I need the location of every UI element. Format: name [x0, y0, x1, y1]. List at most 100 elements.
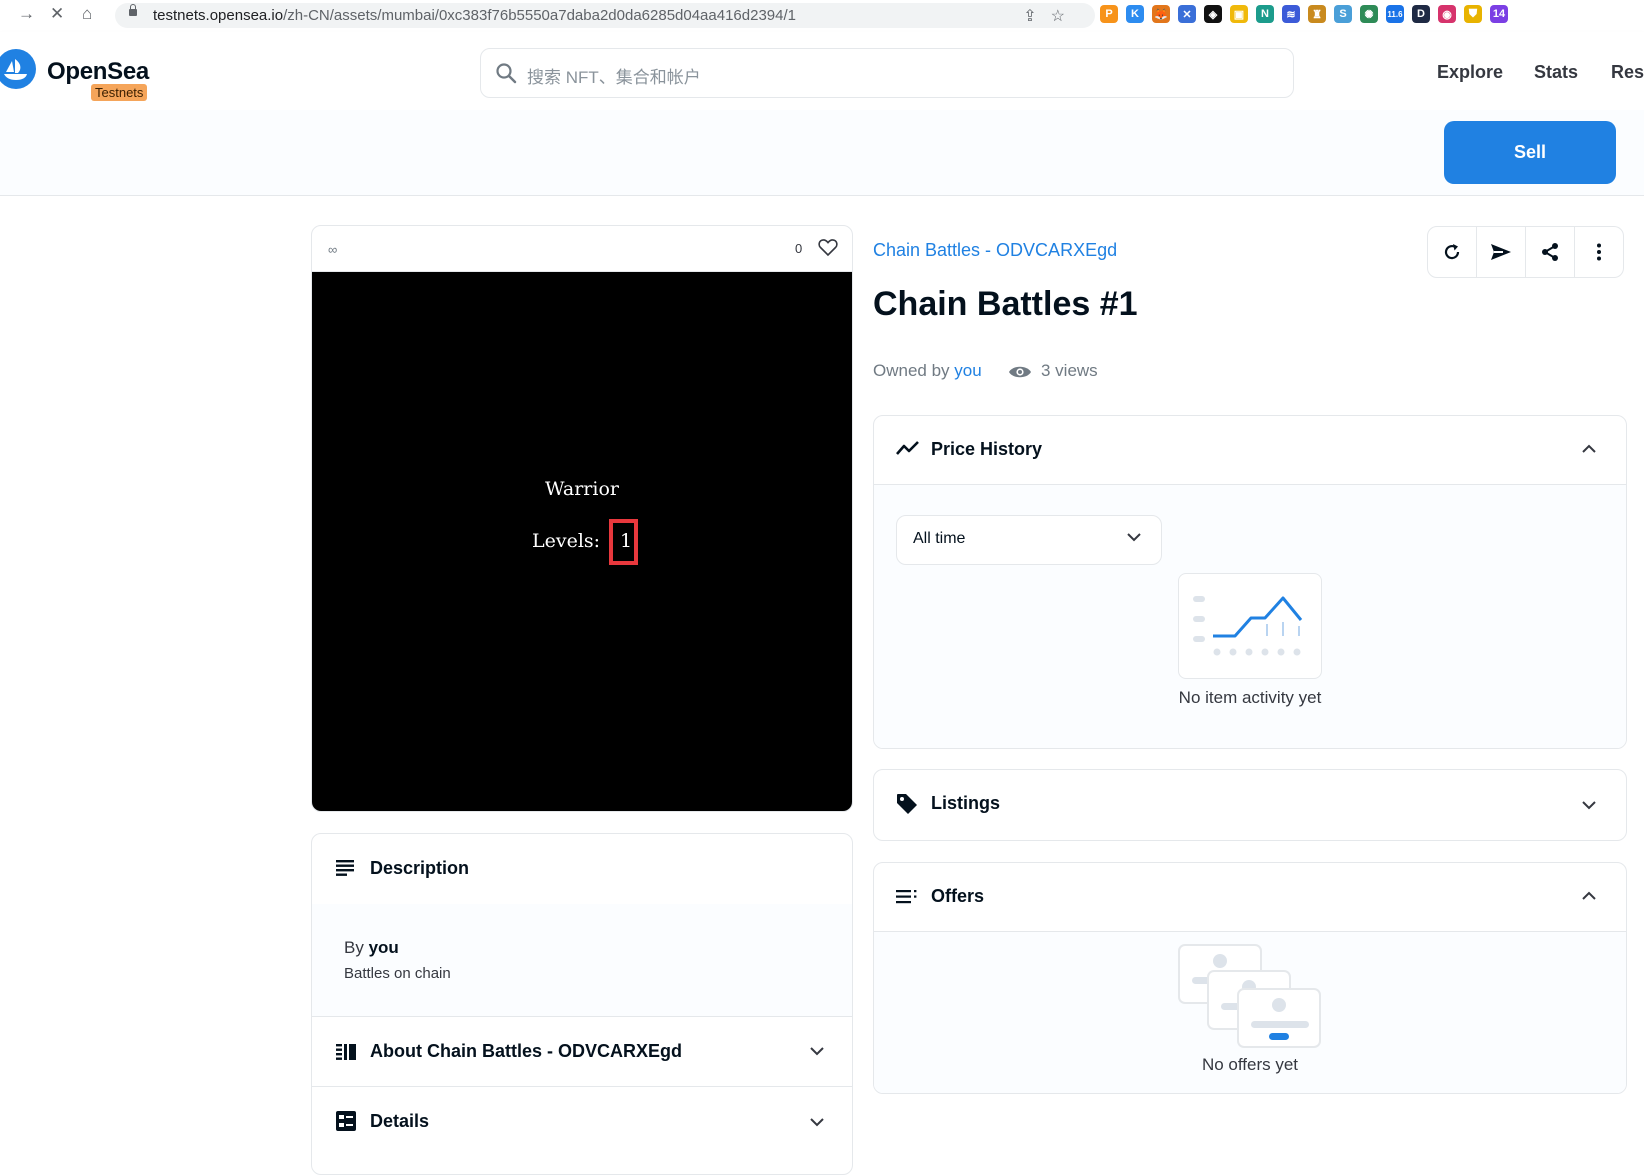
opensea-logo-icon[interactable] [0, 49, 36, 89]
details-list-icon [336, 1111, 356, 1131]
share-and-bookmark-icons[interactable]: ⇪☆ [1023, 6, 1079, 26]
description-card: Description By you Battles on chain Abou… [311, 833, 853, 1175]
extension-eye-icon[interactable]: ✺ [1360, 5, 1378, 23]
sell-button[interactable]: Sell [1444, 121, 1616, 184]
transfer-button[interactable] [1477, 226, 1526, 278]
view-count: 3 views [1041, 361, 1098, 380]
site-header: OpenSea Testnets 搜索 NFT、集合和帐户 Explore St… [0, 32, 1644, 110]
extension-lock-icon[interactable]: ♜ [1308, 5, 1326, 23]
extension-gem-icon[interactable]: 14 [1490, 5, 1508, 23]
extension-n-icon[interactable]: N [1256, 5, 1274, 23]
chevron-down-icon[interactable] [810, 1118, 824, 1127]
item-action-group [1427, 226, 1624, 278]
more-vertical-icon [1597, 243, 1601, 261]
price-tag-icon [897, 794, 917, 814]
chevron-up-icon[interactable] [1582, 444, 1596, 453]
extensions-bar: P K 🦊 ✕ ◈ ▣ N ≋ ♜ S ✺ 11.6 D ◉ ⛊ 14 [1100, 5, 1508, 23]
price-history-body: All time No item activity yet [874, 484, 1626, 748]
browser-toolbar: → ✕ ⌂ testnets.opensea.io/zh-CN/assets/m… [0, 0, 1644, 33]
offers-body: No offers yet [874, 931, 1626, 1093]
forward-arrow-icon[interactable]: → [18, 4, 35, 24]
offers-header[interactable]: Offers [874, 863, 1626, 931]
extension-k-icon[interactable]: K [1126, 5, 1144, 23]
nft-level-value: 1 [620, 530, 633, 552]
details-row[interactable]: Details [312, 1087, 852, 1156]
search-placeholder: 搜索 NFT、集合和帐户 [527, 68, 701, 87]
extension-layers-icon[interactable]: ≋ [1282, 5, 1300, 23]
extension-shield-icon[interactable]: ⛊ [1464, 5, 1482, 23]
offers-empty-message: No offers yet [1201, 1055, 1299, 1074]
nft-artwork[interactable]: Warrior Levels: 1 [312, 272, 852, 811]
nft-art-name: Warrior [545, 478, 619, 500]
price-history-card: Price History All time No item activity … [873, 415, 1627, 749]
empty-offers-illustration [1178, 944, 1321, 1048]
eye-icon [1009, 366, 1031, 378]
description-body: By you Battles on chain [312, 904, 852, 1017]
collection-info-icon [336, 1044, 356, 1060]
owner-action-bar [0, 110, 1644, 196]
description-title: Description [370, 858, 470, 878]
time-range-value: All time [913, 530, 966, 547]
listings-card[interactable]: Listings [873, 769, 1627, 841]
description-header[interactable]: Description [312, 834, 852, 905]
extension-badge-icon[interactable]: 11.6 [1386, 5, 1404, 23]
refresh-icon [1444, 244, 1460, 260]
address-bar[interactable]: testnets.opensea.io/zh-CN/assets/mumbai/… [115, 3, 1095, 28]
offers-title: Offers [931, 886, 985, 906]
listings-title: Listings [931, 793, 1001, 813]
time-range-select[interactable]: All time [896, 515, 1162, 565]
extension-d-icon[interactable]: D [1412, 5, 1430, 23]
lock-icon [129, 4, 137, 16]
nft-image-card: ∞ 0 Warrior Levels: 1 [311, 225, 853, 812]
description-text: Battles on chain [344, 965, 451, 982]
polygon-chain-icon: ∞ [328, 242, 338, 257]
about-collection-row[interactable]: About Chain Battles - ODVCARXEgd [312, 1017, 852, 1087]
send-icon [1491, 244, 1511, 260]
share-button[interactable] [1526, 226, 1575, 278]
metamask-icon[interactable]: 🦊 [1152, 5, 1170, 23]
nft-levels-label: Levels: [532, 530, 601, 552]
url-text: testnets.opensea.io/zh-CN/assets/mumbai/… [153, 7, 796, 24]
favorite-count: 0 [795, 241, 803, 256]
empty-chart-illustration [1178, 573, 1322, 679]
price-history-empty-message: No item activity yet [1178, 688, 1322, 707]
chevron-up-icon[interactable] [1582, 891, 1596, 900]
extension-circle-icon[interactable]: ◉ [1438, 5, 1456, 23]
nav-resources[interactable]: Res [1611, 62, 1644, 83]
price-history-title: Price History [931, 439, 1043, 459]
logo-text[interactable]: OpenSea [47, 58, 149, 86]
owner-link[interactable]: you [954, 361, 981, 380]
creator-line: By you [344, 938, 399, 957]
heart-icon[interactable] [818, 238, 838, 257]
about-collection-title: About Chain Battles - ODVCARXEgd [370, 1041, 683, 1061]
chevron-down-icon[interactable] [810, 1047, 824, 1056]
extension-s-icon[interactable]: S [1334, 5, 1352, 23]
item-title: Chain Battles #1 [873, 285, 1138, 323]
testnets-badge: Testnets [91, 84, 148, 101]
extension-p-icon[interactable]: P [1100, 5, 1118, 23]
more-options-button[interactable] [1575, 226, 1624, 278]
description-lines-icon [336, 860, 354, 876]
home-icon[interactable]: ⌂ [82, 4, 92, 24]
chevron-down-icon [1127, 533, 1141, 542]
creator-link[interactable]: you [369, 938, 399, 957]
details-title: Details [370, 1111, 430, 1131]
search-icon [496, 63, 517, 84]
collection-link[interactable]: Chain Battles - ODVCARXEgd [873, 240, 1117, 261]
owner-line: Owned by you [873, 361, 982, 380]
share-icon [1542, 243, 1558, 261]
stop-loading-icon[interactable]: ✕ [50, 4, 64, 24]
listings-header[interactable]: Listings [874, 770, 1626, 838]
nav-stats[interactable]: Stats [1534, 62, 1578, 83]
price-history-header[interactable]: Price History [874, 416, 1626, 484]
extension-bird-icon[interactable]: ✕ [1178, 5, 1196, 23]
search-input[interactable]: 搜索 NFT、集合和帐户 [480, 48, 1294, 98]
extension-square-icon[interactable]: ▣ [1230, 5, 1248, 23]
image-card-header: ∞ 0 [312, 226, 852, 272]
offers-list-icon [896, 890, 917, 904]
chevron-down-icon[interactable] [1582, 801, 1596, 810]
extension-dark-icon[interactable]: ◈ [1204, 5, 1222, 23]
nav-explore[interactable]: Explore [1437, 62, 1503, 83]
trending-line-icon [896, 441, 919, 455]
refresh-metadata-button[interactable] [1427, 226, 1477, 278]
